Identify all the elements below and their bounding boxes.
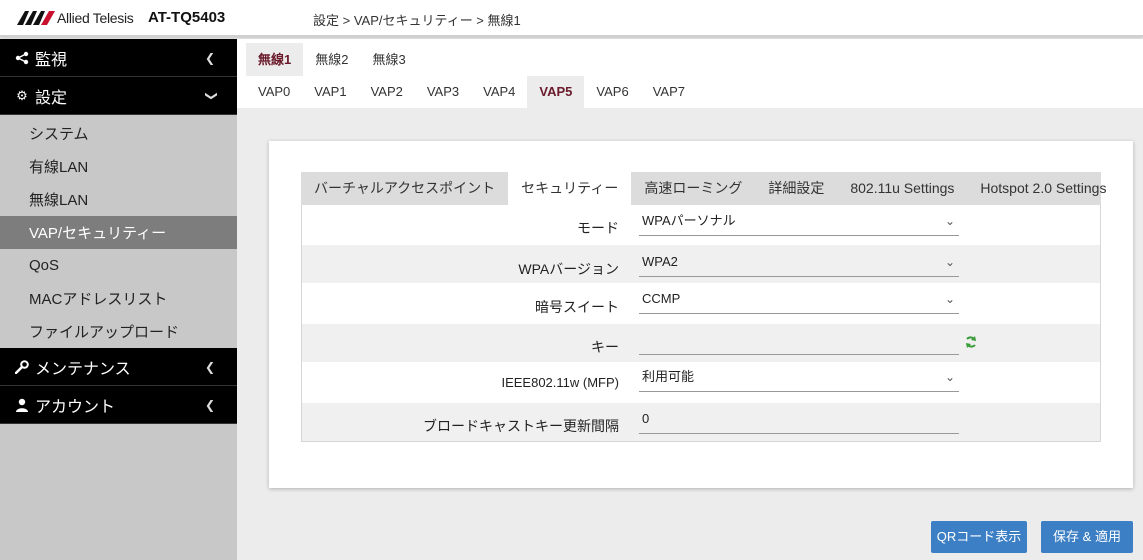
sidebar-item-system[interactable]: システム — [0, 117, 237, 150]
broadcast-interval-input[interactable]: 0 — [639, 406, 959, 434]
chevron-down-icon: ⌄ — [944, 214, 955, 228]
mode-label: モード — [577, 220, 619, 236]
sidebar-item-mac-list[interactable]: MACアドレスリスト — [0, 282, 237, 315]
form-row-cipher: 暗号スイート CCMP ⌄ — [302, 283, 1100, 321]
share-icon — [15, 51, 29, 65]
sidebar-item-label: 有線LAN — [29, 159, 89, 176]
security-form: モード WPAパーソナル ⌄ WPAバージョン WPA2 ⌄ 暗号スイート CC… — [301, 205, 1101, 442]
broadcast-interval-value: 0 — [642, 411, 650, 426]
tab-vap4[interactable]: VAP4 — [471, 76, 527, 108]
tab-security[interactable]: セキュリティー — [508, 172, 632, 205]
tab-vap3[interactable]: VAP3 — [415, 76, 471, 108]
save-apply-button[interactable]: 保存 & 適用 — [1041, 521, 1133, 553]
sidebar-item-label: VAP/セキュリティー — [29, 225, 167, 242]
key-label: キー — [591, 339, 619, 355]
radio-tabs: 無線1 無線2 無線3 — [246, 43, 418, 76]
tab-vap2[interactable]: VAP2 — [359, 76, 415, 108]
section-tabs: バーチャルアクセスポイント セキュリティー 高速ローミング 詳細設定 802.1… — [301, 172, 1106, 205]
tab-virtual-access-point[interactable]: バーチャルアクセスポイント — [301, 172, 508, 205]
chevron-left-icon: ❮ — [204, 398, 215, 412]
nav-section-account[interactable]: アカウント ❮ — [0, 386, 237, 424]
allied-telesis-logo[interactable]: Allied Telesis — [17, 9, 134, 27]
cipher-value: CCMP — [642, 291, 681, 306]
chevron-left-icon: ❮ — [204, 51, 215, 65]
gear-icon: ⚙ — [16, 87, 28, 103]
chevron-down-icon: ⌄ — [944, 255, 955, 269]
sidebar-item-label: MACアドレスリスト — [29, 291, 168, 308]
mode-select[interactable]: WPAパーソナル ⌄ — [639, 208, 959, 236]
tab-vap5[interactable]: VAP5 — [527, 76, 585, 108]
mfp-value: 利用可能 — [642, 369, 695, 384]
form-row-key: キー — [302, 324, 1100, 362]
form-row-wpa-version: WPAバージョン WPA2 ⌄ — [302, 245, 1100, 283]
nav-section-label: アカウント — [35, 398, 116, 416]
sidebar-item-wired-lan[interactable]: 有線LAN — [0, 150, 237, 183]
settings-submenu: システム 有線LAN 無線LAN VAP/セキュリティー QoS MACアドレス… — [0, 115, 237, 348]
sidebar-item-file-upload[interactable]: ファイルアップロード — [0, 315, 237, 348]
nav-section-monitor[interactable]: 監視 ❮ — [0, 39, 237, 77]
mode-value: WPAパーソナル — [642, 213, 736, 228]
broadcast-interval-label: ブロードキャストキー更新間隔 — [423, 418, 619, 434]
vap-tabs: VAP0 VAP1 VAP2 VAP3 VAP4 VAP5 VAP6 VAP7 — [246, 76, 1143, 108]
sidebar-item-label: ファイルアップロード — [29, 324, 180, 341]
form-row-mfp: IEEE802.11w (MFP) 利用可能 ⌄ — [302, 362, 1100, 400]
form-row-mode: モード WPAパーソナル ⌄ — [302, 205, 1100, 243]
sidebar-item-label: システム — [29, 126, 89, 143]
cipher-select[interactable]: CCMP ⌄ — [639, 286, 959, 314]
wrench-icon — [15, 359, 29, 374]
mfp-label: IEEE802.11w (MFP) — [501, 375, 619, 390]
tab-vap6[interactable]: VAP6 — [584, 76, 640, 108]
key-input[interactable] — [639, 327, 959, 355]
tab-hotspot20-settings[interactable]: Hotspot 2.0 Settings — [967, 172, 1119, 205]
tab-advanced[interactable]: 詳細設定 — [755, 172, 837, 205]
sidebar-item-label: QoS — [29, 257, 60, 274]
tab-vap0[interactable]: VAP0 — [246, 76, 302, 108]
chevron-down-icon: ⌄ — [944, 292, 955, 306]
user-icon — [15, 398, 29, 412]
nav-section-label: 監視 — [35, 51, 68, 69]
model-name: AT-TQ5403 — [148, 9, 226, 26]
tab-radio1[interactable]: 無線1 — [246, 43, 304, 76]
brand-name: Allied Telesis — [57, 10, 134, 26]
sidebar-item-qos[interactable]: QoS — [0, 249, 237, 282]
tab-fast-roaming[interactable]: 高速ローミング — [631, 172, 755, 205]
wpa-version-select[interactable]: WPA2 ⌄ — [639, 249, 959, 277]
tab-radio3[interactable]: 無線3 — [360, 43, 417, 76]
header: Allied Telesis AT-TQ5403 設定 > VAP/セキュリティ… — [0, 0, 1143, 37]
sidebar-item-vap-security[interactable]: VAP/セキュリティー — [0, 216, 237, 249]
tab-vap7[interactable]: VAP7 — [641, 76, 697, 108]
sidebar-item-label: 無線LAN — [29, 192, 89, 209]
cipher-label: 暗号スイート — [535, 299, 619, 315]
chevron-down-icon: ❮ — [202, 90, 217, 102]
nav-section-label: 設定 — [35, 89, 68, 107]
nav-section-settings[interactable]: ⚙ 設定 ❮ — [0, 77, 237, 115]
nav-section-maintenance[interactable]: メンテナンス ❮ — [0, 348, 237, 386]
mfp-select[interactable]: 利用可能 ⌄ — [639, 364, 959, 392]
tab-radio2[interactable]: 無線2 — [303, 43, 360, 76]
tab-80211u-settings[interactable]: 802.11u Settings — [837, 172, 967, 205]
nav-section-label: メンテナンス — [35, 360, 131, 378]
wpa-version-value: WPA2 — [642, 254, 678, 269]
sidebar: 監視 ❮ ⚙ 設定 ❮ システム 有線LAN 無線LAN VAP/セキュリティー… — [0, 39, 237, 560]
chevron-left-icon: ❮ — [204, 360, 215, 374]
form-row-broadcast-interval: ブロードキャストキー更新間隔 0 — [302, 403, 1100, 441]
logo-mark-icon — [17, 11, 55, 25]
qr-code-button[interactable]: QRコード表示 — [931, 521, 1027, 553]
sidebar-item-wireless-lan[interactable]: 無線LAN — [0, 183, 237, 216]
refresh-icon[interactable] — [964, 335, 978, 349]
breadcrumb: 設定 > VAP/セキュリティー > 無線1 — [313, 13, 521, 28]
settings-card: バーチャルアクセスポイント セキュリティー 高速ローミング 詳細設定 802.1… — [269, 141, 1133, 488]
wpa-version-label: WPAバージョン — [518, 261, 619, 277]
chevron-down-icon: ⌄ — [944, 370, 955, 384]
tab-vap1[interactable]: VAP1 — [302, 76, 358, 108]
